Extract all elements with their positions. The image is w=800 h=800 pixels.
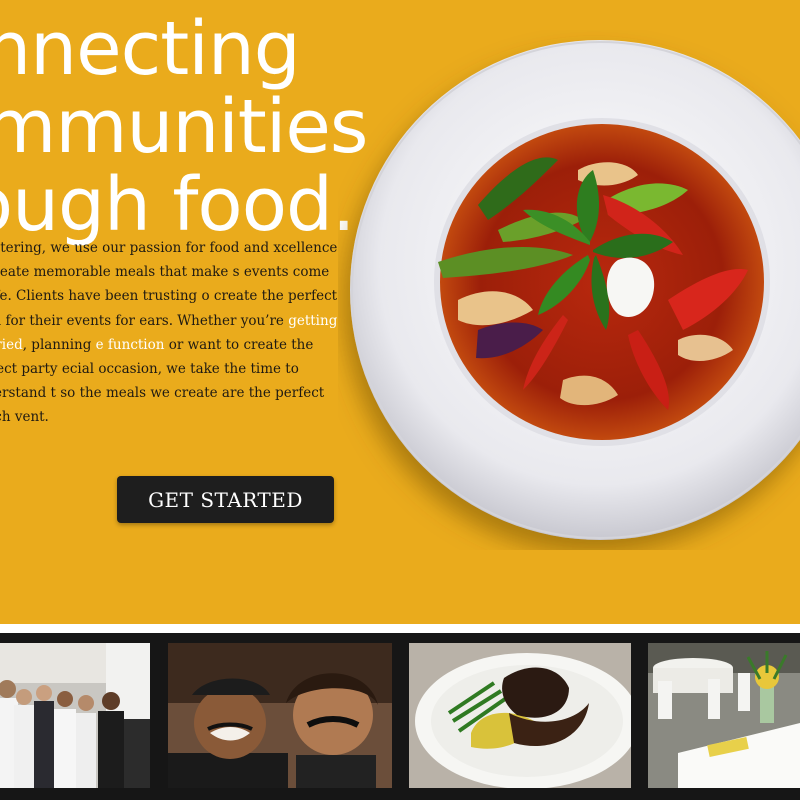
hero-headline: onnecting ommunities rough food.: [0, 6, 368, 248]
photo-gallery-strip: [0, 633, 800, 800]
get-started-button[interactable]: GET STARTED: [117, 476, 334, 523]
chef-and-girl-mustache-photo-icon: [168, 643, 392, 788]
banquet-tables-photo-icon: [648, 643, 800, 788]
paragraph-part-1: ff Catering, we use our passion for food…: [0, 240, 338, 329]
section-divider: [0, 624, 800, 633]
hero-section: onnecting ommunities rough food. ff Cate…: [0, 0, 800, 624]
paragraph-part-2: , planning: [22, 336, 96, 353]
gallery-photo-banquet[interactable]: [648, 643, 800, 788]
gallery-photo-mustache[interactable]: [168, 643, 392, 788]
catering-staff-photo-icon: [0, 643, 150, 788]
hero-paragraph: ff Catering, we use our passion for food…: [0, 236, 338, 430]
gallery-photo-staff[interactable]: [0, 643, 150, 788]
headline-line-2: ommunities: [0, 84, 368, 170]
headline-line-1: onnecting: [0, 6, 301, 92]
function-link[interactable]: e function: [96, 337, 165, 353]
curry-bowl-illustration: [350, 40, 800, 540]
soup-plate-image: [338, 30, 800, 550]
short-rib-plate-photo-icon: [409, 643, 631, 788]
headline-line-3: rough food.: [0, 162, 355, 248]
gallery-photo-plate[interactable]: [409, 643, 631, 788]
